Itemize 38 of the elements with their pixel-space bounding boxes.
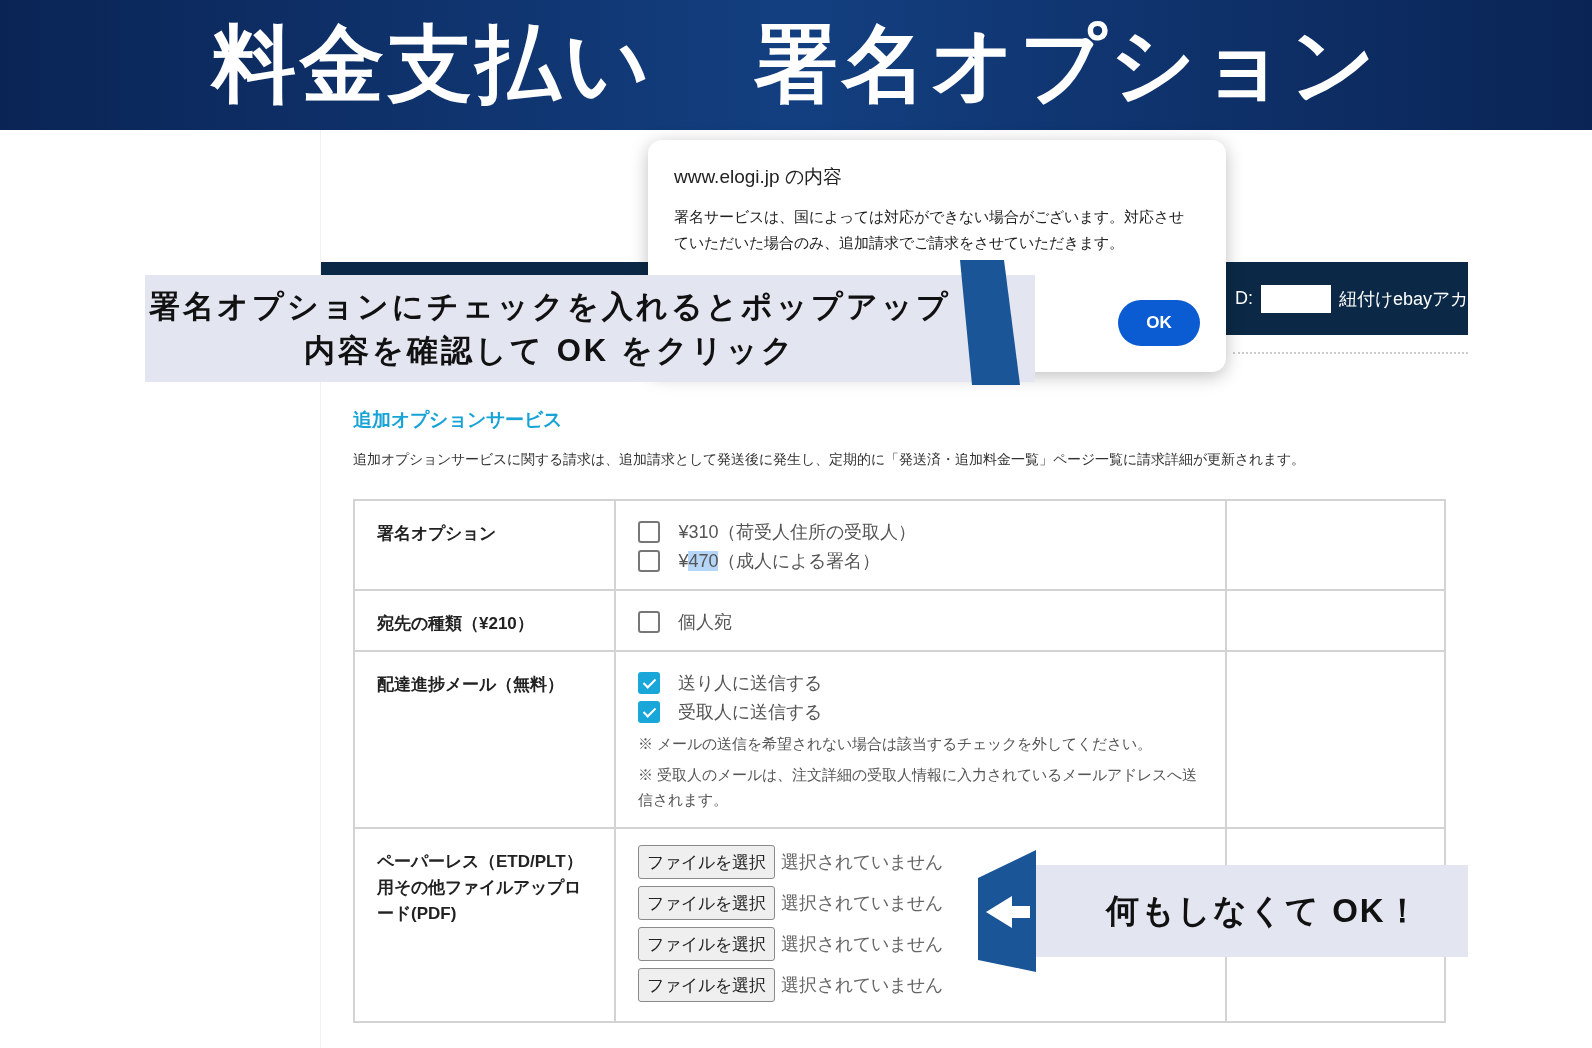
banner-title: 署名オプション [754,16,1380,113]
id-field[interactable] [1260,284,1331,313]
option-label: 宛先の種類（¥210） [377,613,535,635]
callout-text: 何もしなくて OK！ [1106,890,1421,931]
checkbox-label: 受取人に送信する [678,700,823,724]
dialog-message: 署名サービスは、国によっては対応ができない場合がございます。対応させていただいた場合のみ、追加請求でご請求をさせていただきます。 [674,208,1184,253]
checkbox[interactable] [638,549,661,572]
id-label: D: [1234,288,1253,309]
banner-title: 料金支払い [212,16,654,113]
checkbox-label: 送り人に送信する [678,671,823,695]
option-label: 配達進捗メール（無料） [377,674,565,696]
account-label: 紐付けebayアカ [1338,287,1468,311]
option-label: 署名オプション [377,523,497,545]
checkbox[interactable] [638,610,661,633]
checkbox[interactable] [638,700,661,723]
option-label: ペーパーレス（ETD/PLT）用その他ファイルアップロード(PDF) [377,851,584,925]
checkbox[interactable] [638,671,661,694]
section-description: 追加オプションサービスに関する請求は、追加請求として発送後に発生し、定期的に「発送済・追加料金一覧」ページ一覧に請求詳細が更新されます。 [353,451,1306,469]
checkbox-label: 個人宛 [678,610,733,634]
choose-file-button[interactable]: ファイルを選択 [638,968,776,1002]
checkbox[interactable] [638,520,661,543]
file-status: 選択されていません [781,892,944,915]
file-status: 選択されていません [781,974,944,997]
note-text: ※ メールの送信を希望されない場合は該当するチェックを外してください。 [638,735,1154,754]
callout-text: 署名オプションにチェックを入れるとポップアップ [149,287,952,326]
callout-text: 内容を確認して OK をクリック [304,331,797,370]
note-text: ※ 受取人のメールは、注文詳細の受取人情報に入力されているメールアドレスへ送信されます。 [638,766,1199,810]
file-status: 選択されていません [781,933,944,956]
ok-button[interactable]: OK [1118,300,1200,346]
file-status: 選択されていません [781,851,944,874]
section-title: 追加オプションサービス [353,408,563,432]
dialog-title: www.elogi.jp の内容 [674,165,843,189]
checkbox-label: ¥310（荷受人住所の受取人） [678,520,917,544]
checkbox-label: ¥470（成人による署名） [678,549,881,573]
choose-file-button[interactable]: ファイルを選択 [638,927,776,961]
choose-file-button[interactable]: ファイルを選択 [638,845,776,879]
arrow-left-icon [978,850,1036,972]
choose-file-button[interactable]: ファイルを選択 [638,886,776,920]
